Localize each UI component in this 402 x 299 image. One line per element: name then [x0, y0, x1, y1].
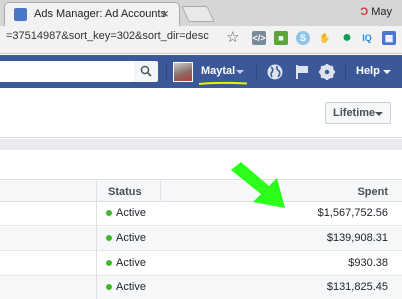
dashboard-icon[interactable]: ▦: [382, 31, 396, 45]
active-status-dot-icon: [106, 284, 112, 290]
highlight-underline: [198, 81, 248, 85]
search-button[interactable]: [134, 61, 158, 82]
tab-title: Ads Manager: Ad Accounts: [34, 8, 167, 20]
table-row[interactable]: Active $131,825.45: [0, 276, 402, 299]
browser-tab[interactable]: Ads Manager: Ad Accounts ×: [4, 2, 180, 26]
browser-profile[interactable]: Ɔ May: [360, 6, 392, 18]
ads-manager-favicon-icon: [14, 8, 27, 21]
chevron-down-icon: [375, 112, 383, 116]
column-divider: [160, 181, 161, 202]
help-caret-icon[interactable]: [383, 70, 391, 74]
filter-bar: [0, 150, 402, 180]
table-row[interactable]: Active $1,567,752.56: [0, 202, 402, 226]
code-extension-icon[interactable]: </>: [252, 31, 266, 45]
profile-name: May: [371, 6, 392, 18]
status-cell: Active: [116, 207, 146, 219]
spent-cell: $1,567,752.56: [317, 207, 388, 219]
globe-icon[interactable]: [266, 63, 284, 81]
reporting-toolbar: Lifetime: [0, 88, 402, 138]
gear-icon[interactable]: [318, 63, 336, 81]
search-input[interactable]: [0, 61, 137, 82]
status-cell: Active: [116, 232, 146, 244]
search-icon: [140, 65, 152, 77]
column-header-status[interactable]: Status: [108, 186, 142, 198]
annotation-arrow: [231, 162, 285, 208]
facebook-header: Maytal Help: [0, 55, 402, 88]
spent-cell: $139,908.31: [326, 232, 388, 244]
avatar[interactable]: [173, 62, 193, 82]
status-cell: Active: [116, 257, 146, 269]
column-divider: [96, 181, 97, 299]
extension-green-icon[interactable]: ■: [274, 31, 288, 45]
address-bar[interactable]: =37514987&sort_key=302&sort_dir=desc: [6, 30, 209, 42]
column-header-spent[interactable]: Spent: [357, 186, 388, 198]
table-row[interactable]: Active $930.38: [0, 252, 402, 276]
spent-cell: $131,825.45: [326, 281, 388, 293]
active-status-dot-icon: [106, 260, 112, 266]
browser-toolbar: =37514987&sort_key=302&sort_dir=desc ☆ <…: [0, 26, 402, 54]
spent-cell: $930.38: [348, 257, 388, 269]
user-menu-caret-icon[interactable]: [236, 70, 244, 74]
divider: [166, 63, 167, 81]
section-gap: [0, 139, 402, 150]
hand-icon[interactable]: ✋: [318, 31, 332, 45]
username[interactable]: Maytal: [201, 65, 235, 77]
active-status-dot-icon: [106, 235, 112, 241]
bookmark-star-icon[interactable]: ☆: [226, 28, 239, 46]
date-range-label: Lifetime: [333, 107, 376, 119]
date-range-dropdown[interactable]: Lifetime: [325, 102, 391, 124]
active-status-dot-icon: [106, 210, 112, 216]
skype-icon[interactable]: S: [296, 31, 310, 45]
hangouts-icon[interactable]: ●: [340, 30, 354, 46]
status-cell: Active: [116, 281, 146, 293]
divider: [345, 63, 346, 81]
tab-close-icon[interactable]: ×: [161, 6, 169, 21]
table-header: Status Spent: [0, 181, 402, 202]
profile-icon: Ɔ: [360, 6, 369, 18]
iq-icon[interactable]: IQ: [360, 31, 374, 45]
new-tab-button[interactable]: [181, 6, 215, 22]
divider: [256, 63, 257, 81]
flag-icon[interactable]: [293, 63, 311, 81]
help-menu[interactable]: Help: [356, 65, 380, 77]
table-row[interactable]: Active $139,908.31: [0, 227, 402, 251]
browser-tab-strip: Ads Manager: Ad Accounts × Ɔ May: [0, 0, 402, 26]
